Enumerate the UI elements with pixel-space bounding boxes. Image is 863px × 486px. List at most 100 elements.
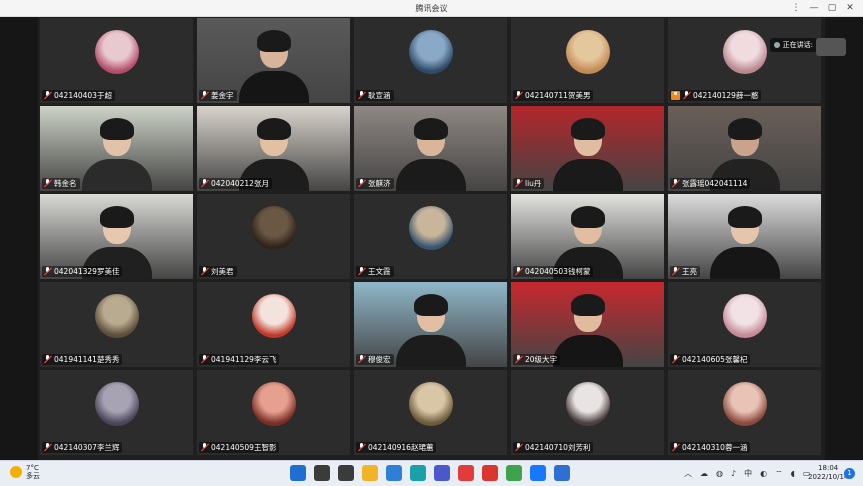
participant-avatar [94,382,139,426]
participant-name: 穆俊宏 [368,355,391,364]
close-icon[interactable]: ✕ [841,1,859,15]
ime-mode-icon[interactable]: ◐ [760,469,767,478]
participant-tile[interactable]: 耿宣涵 [354,18,507,103]
participant-video-figure [81,116,152,191]
participant-tile[interactable]: 042140711贺美男 [511,18,664,103]
mic-muted-icon [357,179,366,188]
participant-name: 042140129薛一憨 [693,91,759,100]
participant-name-label: 姜金宇 [199,90,237,101]
participant-tile[interactable]: 042140403于超 [40,18,193,103]
store-icon[interactable] [434,465,450,481]
wifi-icon[interactable]: ⌔ [775,469,783,479]
participant-name: 张露瑶042041114 [682,179,748,188]
participant-tile[interactable]: liu丹 [511,106,664,191]
participant-tile[interactable]: 042140916赵珺蕙 [354,370,507,455]
mic-muted-icon [671,267,680,276]
participant-avatar [565,382,610,426]
weather-widget[interactable]: 7°C 多云 [10,464,40,480]
participant-tile[interactable]: 张露瑶042041114 [668,106,821,191]
participant-video-figure [238,28,309,103]
mic-muted-icon [200,443,209,452]
chevron-up-icon[interactable]: ︿ [684,468,692,479]
participant-name: 耿宣涵 [368,91,391,100]
right-margin [825,17,863,460]
participant-grid: 042140403于超 姜金宇 耿宣涵 042140711贺美男 042140129薛一… [40,18,823,458]
ime-indicator[interactable]: 中 [744,468,752,479]
participant-video-figure [552,116,623,191]
mic-muted-icon [514,355,523,364]
app-tray-icon[interactable]: ◍ [716,469,723,478]
participant-tile[interactable]: 042140509王智影 [197,370,350,455]
participant-name-label: 042140711贺美男 [513,90,594,101]
windows-start-icon[interactable] [290,465,306,481]
participant-name: 刘美君 [211,267,234,276]
participant-tile[interactable]: 042140605张馨杞 [668,282,821,367]
participant-name-label: liu丹 [513,178,545,189]
meeting-app-icon[interactable] [530,465,546,481]
edge-browser-icon[interactable] [410,465,426,481]
chrome-icon[interactable] [506,465,522,481]
cloud-icon[interactable]: ☁ [700,469,708,478]
wps-icon[interactable] [458,465,474,481]
participant-avatar [565,30,610,74]
window-title: 腾讯会议 [415,4,448,13]
participant-tile[interactable]: 041941129李云飞 [197,282,350,367]
participant-tile[interactable]: 042040503钱柯蒙 [511,194,664,279]
network-app-icon[interactable] [554,465,570,481]
participant-tile[interactable]: 穆俊宏 [354,282,507,367]
participant-tile[interactable]: 王亮 [668,194,821,279]
participant-name: 042040503钱柯蒙 [525,267,591,276]
participant-avatar [251,382,296,426]
clock-date: 2022/10/14 [808,473,849,481]
system-tray: ︿ ☁ ◍ ♪ 中 ◐ ⌔ ◖ ▭ [684,468,818,479]
mic-muted-icon [514,91,523,100]
participant-name: 韩金名 [54,179,77,188]
participant-tile[interactable]: 姜金宇 [197,18,350,103]
participant-avatar [408,382,453,426]
participant-tile[interactable]: 042041329罗美佳 [40,194,193,279]
notification-badge[interactable]: 1 [844,468,855,479]
participant-avatar [251,206,296,250]
participant-name-label: 042140509王智影 [199,442,280,453]
participant-tile[interactable]: 张麒济 [354,106,507,191]
mic-muted-icon [357,355,366,364]
windows-taskbar: 7°C 多云 ︿ ☁ ◍ ♪ 中 ◐ ⌔ ◖ ▭ 18:04 2022/10/1… [0,460,863,486]
participant-tile[interactable]: 041941141楚秀秀 [40,282,193,367]
participant-tile[interactable]: 042140310蓉一涵 [668,370,821,455]
system-clock[interactable]: 18:04 2022/10/14 [808,464,848,482]
wps-office-icon[interactable] [482,465,498,481]
task-view-icon[interactable] [338,465,354,481]
participant-tile[interactable]: 042040212张月 [197,106,350,191]
search-icon[interactable] [314,465,330,481]
mic-muted-icon [671,179,680,188]
weather-temperature: 7°C [26,464,39,472]
speaker-icon[interactable]: ◖ [791,469,795,478]
participant-tile[interactable]: 王文霞 [354,194,507,279]
participant-tile[interactable]: 042140307李兰辉 [40,370,193,455]
participant-tile[interactable]: 刘美君 [197,194,350,279]
participant-name-label: 042041329罗美佳 [42,266,123,277]
sun-cloud-icon [10,466,22,478]
maximize-icon[interactable]: ▢ [823,1,841,15]
window-controls: ⋮ — ▢ ✕ [787,1,859,15]
participant-name-label: 042140710刘芳利 [513,442,594,453]
host-icon [671,91,680,100]
mic-muted-icon [43,91,52,100]
participant-tile[interactable]: 042140710刘芳利 [511,370,664,455]
microphone-icon[interactable]: ♪ [731,469,736,478]
pin-icon[interactable]: ⋮ [787,1,805,15]
mic-muted-icon [200,91,209,100]
mic-muted-icon [357,267,366,276]
weather-description: 多云 [26,472,40,480]
participant-tile[interactable]: 韩金名 [40,106,193,191]
participant-tile[interactable]: 20级大宇 [511,282,664,367]
participant-avatar [722,382,767,426]
mail-icon[interactable] [386,465,402,481]
file-explorer-icon[interactable] [362,465,378,481]
mic-muted-icon [43,179,52,188]
taskbar-apps [290,465,578,481]
participant-name: 042140310蓉一涵 [682,443,748,452]
left-margin [0,17,38,460]
minimize-icon[interactable]: — [805,1,823,15]
participant-tile[interactable]: 042140129薛一憨 正在讲话: [668,18,821,103]
